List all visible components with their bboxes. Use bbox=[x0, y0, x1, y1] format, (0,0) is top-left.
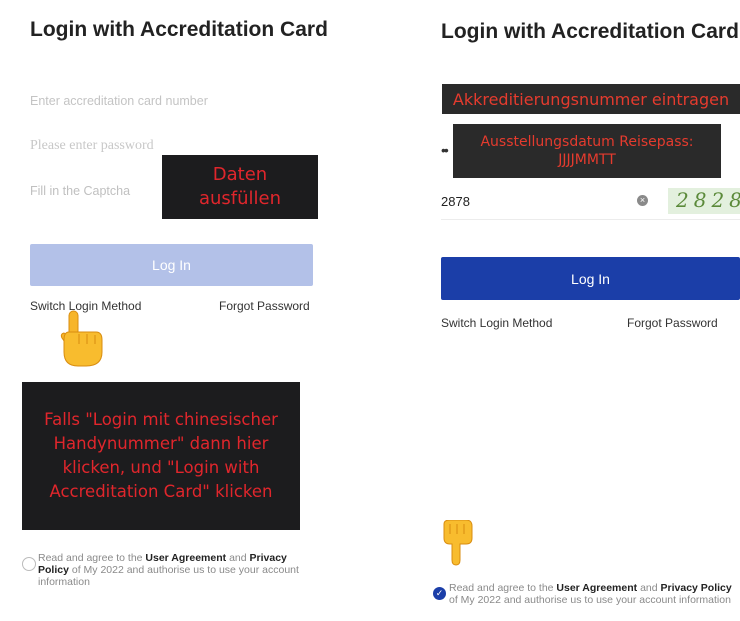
left-forgot-password-link[interactable]: Forgot Password bbox=[219, 299, 310, 313]
right-panel: Login with Accreditation Card Akkreditie… bbox=[400, 0, 740, 621]
left-card-number-input[interactable]: Enter accreditation card number bbox=[30, 88, 312, 116]
annotation-card-number: Akkreditierungsnummer eintragen bbox=[442, 84, 740, 114]
annotation-card-number-text: Akkreditierungsnummer eintragen bbox=[452, 89, 730, 109]
annotation-fill-data-text: Daten ausfüllen bbox=[198, 164, 282, 209]
clear-icon[interactable]: × bbox=[637, 195, 648, 206]
password-value: •• bbox=[441, 142, 449, 158]
left-agreement-text: Read and agree to the User Agreement and… bbox=[38, 552, 310, 588]
annotation-passport-date: Ausstellungsdatum Reisepass: JJJJMMTT bbox=[453, 124, 721, 178]
annotation-switch-method-text: Falls "Login mit chinesischer Handynumme… bbox=[44, 410, 278, 501]
right-login-button[interactable]: Log In bbox=[441, 257, 740, 300]
user-agreement-link[interactable]: User Agreement bbox=[145, 552, 226, 564]
left-page-title: Login with Accreditation Card bbox=[30, 18, 328, 41]
captcha-image-text: 2828 bbox=[676, 188, 740, 212]
left-captcha-input[interactable]: Fill in the Captcha bbox=[30, 178, 160, 206]
agree-and: and bbox=[226, 552, 250, 564]
agree-and: and bbox=[637, 582, 661, 594]
agree-pre: Read and agree to the bbox=[38, 552, 146, 564]
agree-post: of My 2022 and authorise us to use your … bbox=[38, 564, 299, 588]
left-panel: Login with Accreditation Card Enter accr… bbox=[0, 0, 330, 621]
right-switch-login-link[interactable]: Switch Login Method bbox=[441, 316, 552, 330]
agree-post: of My 2022 and authorise us to use your … bbox=[449, 594, 731, 606]
agree-pre: Read and agree to the bbox=[449, 582, 557, 594]
pointing-down-hand-icon bbox=[440, 519, 476, 566]
annotation-switch-method: Falls "Login mit chinesischer Handynumme… bbox=[22, 382, 300, 530]
right-forgot-password-link[interactable]: Forgot Password bbox=[627, 316, 718, 330]
captcha-placeholder: Fill in the Captcha bbox=[30, 184, 131, 198]
pointing-hand-icon bbox=[56, 308, 106, 368]
captcha-value: 2878 bbox=[441, 194, 470, 209]
left-login-button[interactable]: Log In bbox=[30, 244, 313, 286]
checkbox-checked-icon[interactable]: ✓ bbox=[433, 587, 446, 600]
annotation-passport-date-text: Ausstellungsdatum Reisepass: JJJJMMTT bbox=[480, 134, 694, 168]
right-captcha-input[interactable]: 2878 bbox=[441, 190, 661, 214]
right-agreement-text: Read and agree to the User Agreement and… bbox=[449, 582, 739, 606]
user-agreement-link[interactable]: User Agreement bbox=[556, 582, 637, 594]
password-placeholder: Please enter password bbox=[30, 138, 154, 153]
card-number-placeholder: Enter accreditation card number bbox=[30, 94, 208, 108]
annotation-fill-data: Daten ausfüllen bbox=[162, 155, 318, 219]
captcha-image[interactable]: 2828 bbox=[668, 188, 740, 214]
right-captcha-underline bbox=[441, 219, 740, 220]
right-page-title: Login with Accreditation Card bbox=[441, 20, 739, 43]
radio-unchecked-icon[interactable] bbox=[22, 557, 36, 571]
privacy-policy-link[interactable]: Privacy Policy bbox=[661, 582, 732, 594]
